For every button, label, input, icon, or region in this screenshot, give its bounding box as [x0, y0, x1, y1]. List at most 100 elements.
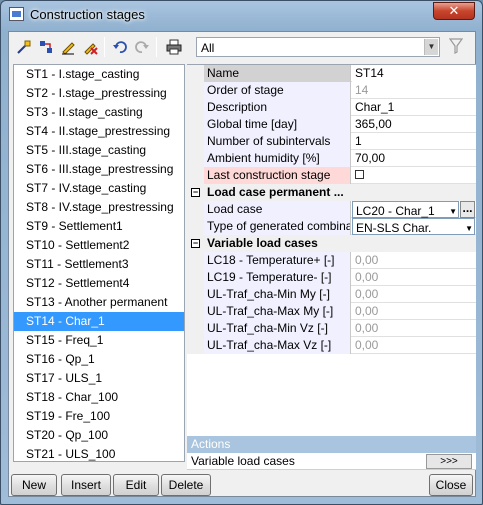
row-gutter — [187, 303, 204, 320]
prop-row-variable[interactable]: UL-Traf_cha-Min My [-] 0,00 — [187, 286, 476, 303]
global-time-input[interactable]: 365,00 — [352, 116, 476, 133]
prop-label: Load case — [204, 201, 351, 218]
humidity-input[interactable]: 70,00 — [352, 150, 476, 167]
row-gutter — [187, 116, 204, 133]
list-item[interactable]: ST6 - III.stage_prestressing — [14, 160, 184, 179]
edit-icon[interactable] — [59, 38, 77, 56]
prop-row-variable[interactable]: UL-Traf_cha-Max Vz [-] 0,00 — [187, 337, 476, 354]
collapse-icon[interactable]: − — [191, 188, 200, 197]
prop-row-global-time[interactable]: Global time [day] 365,00 — [187, 116, 476, 133]
list-item[interactable]: ST18 - Char_100 — [14, 388, 184, 407]
list-item[interactable]: ST14 - Char_1 — [14, 312, 184, 331]
last-stage-checkbox[interactable] — [355, 170, 364, 179]
prop-label: Number of subintervals — [204, 133, 351, 150]
prop-row-variable[interactable]: UL-Traf_cha-Max My [-] 0,00 — [187, 303, 476, 320]
prop-row-humidity[interactable]: Ambient humidity [%] 70,00 — [187, 150, 476, 167]
row-gutter: − — [187, 235, 204, 252]
variable-coefficient-input[interactable]: 0,00 — [352, 252, 476, 269]
row-gutter — [187, 286, 204, 303]
prop-row-name[interactable]: Name ST14 — [187, 65, 476, 82]
row-gutter — [187, 201, 204, 218]
prop-label: UL-Traf_cha-Max My [-] — [204, 303, 351, 320]
chevron-down-icon[interactable]: ▼ — [424, 39, 438, 55]
prop-row-load-case[interactable]: Load case LC20 - Char_1 ▼ ... — [187, 201, 476, 218]
list-item[interactable]: ST21 - ULS_100 — [14, 445, 184, 461]
row-gutter — [187, 269, 204, 286]
prop-row-order: Order of stage 14 — [187, 82, 476, 99]
list-item[interactable]: ST2 - I.stage_prestressing — [14, 84, 184, 103]
insert-button[interactable]: Insert — [61, 474, 111, 496]
prop-row-combination-type[interactable]: Type of generated combina... EN-SLS Char… — [187, 218, 476, 235]
prop-row-subintervals[interactable]: Number of subintervals 1 — [187, 133, 476, 150]
actions-item-label: Variable load cases — [191, 454, 295, 468]
prop-row-description[interactable]: Description Char_1 — [187, 99, 476, 116]
new-stage-icon[interactable] — [15, 38, 33, 56]
category-variable-load-cases[interactable]: − Variable load cases — [187, 235, 476, 252]
collapse-icon[interactable]: − — [191, 239, 200, 248]
variable-coefficient-input[interactable]: 0,00 — [352, 337, 476, 354]
category-load-case-permanent[interactable]: − Load case permanent ... — [187, 184, 476, 201]
list-item[interactable]: ST5 - III.stage_casting — [14, 141, 184, 160]
list-item[interactable]: ST11 - Settlement3 — [14, 255, 184, 274]
list-item[interactable]: ST17 - ULS_1 — [14, 369, 184, 388]
list-item[interactable]: ST4 - II.stage_prestressing — [14, 122, 184, 141]
list-item[interactable]: ST9 - Settlement1 — [14, 217, 184, 236]
prop-row-variable[interactable]: LC19 - Temperature- [-] 0,00 — [187, 269, 476, 286]
prop-row-variable[interactable]: LC18 - Temperature+ [-] 0,00 — [187, 252, 476, 269]
list-item[interactable]: ST10 - Settlement2 — [14, 236, 184, 255]
load-case-select[interactable]: LC20 - Char_1 ▼ — [352, 201, 459, 218]
list-item[interactable]: ST8 - IV.stage_prestressing — [14, 198, 184, 217]
list-item[interactable]: ST13 - Another permanent — [14, 293, 184, 312]
chevron-down-icon[interactable]: ▼ — [465, 221, 473, 235]
prop-label: UL-Traf_cha-Min Vz [-] — [204, 320, 351, 337]
variable-coefficient-input[interactable]: 0,00 — [352, 286, 476, 303]
filter-icon[interactable] — [447, 38, 465, 56]
variable-coefficient-input[interactable]: 0,00 — [352, 320, 476, 337]
actions-header: Actions — [187, 436, 476, 453]
combination-type-select[interactable]: EN-SLS Char. ▼ — [352, 218, 475, 235]
delete-icon[interactable] — [81, 38, 99, 56]
delete-button[interactable]: Delete — [161, 474, 211, 496]
list-item[interactable]: ST15 - Freq_1 — [14, 331, 184, 350]
row-gutter — [187, 218, 204, 235]
list-item[interactable]: ST7 - IV.stage_casting — [14, 179, 184, 198]
load-case-value: LC20 - Char_1 — [356, 204, 435, 218]
chevron-down-icon[interactable]: ▼ — [449, 204, 457, 218]
filter-combo[interactable]: All ▼ — [196, 37, 440, 57]
list-item[interactable]: ST16 - Qp_1 — [14, 350, 184, 369]
toolbar: All ▼ — [9, 32, 475, 62]
title-bar[interactable]: Construction stages ✕ — [1, 1, 482, 27]
load-case-browse-button[interactable]: ... — [460, 201, 475, 218]
undo-icon[interactable] — [111, 38, 129, 56]
name-input[interactable]: ST14 — [352, 65, 476, 82]
prop-row-last-stage[interactable]: Last construction stage — [187, 167, 476, 184]
button-bar: New Insert Edit Delete Close — [9, 472, 475, 496]
combination-type-value: EN-SLS Char. — [356, 221, 432, 235]
copy-stage-icon[interactable] — [37, 38, 55, 56]
order-value: 14 — [355, 83, 369, 97]
prop-label: Global time [day] — [204, 116, 351, 133]
row-gutter — [187, 320, 204, 337]
row-gutter — [187, 167, 204, 184]
list-item[interactable]: ST20 - Qp_100 — [14, 426, 184, 445]
list-item[interactable]: ST12 - Settlement4 — [14, 274, 184, 293]
list-item[interactable]: ST1 - I.stage_casting — [14, 65, 184, 84]
subintervals-input[interactable]: 1 — [352, 133, 476, 150]
new-button[interactable]: New — [11, 474, 57, 496]
description-input[interactable]: Char_1 — [352, 99, 476, 116]
variable-load-cases-button[interactable]: >>> — [426, 454, 472, 469]
list-item[interactable]: ST19 - Fre_100 — [14, 407, 184, 426]
print-icon[interactable] — [165, 38, 183, 56]
stage-list[interactable]: ST1 - I.stage_casting ST2 - I.stage_prest… — [13, 64, 185, 462]
prop-label: LC19 - Temperature- [-] — [204, 269, 351, 286]
edit-button[interactable]: Edit — [113, 474, 159, 496]
dialog-body: All ▼ ST1 - I.stage_casting ST2 - I.stage… — [8, 31, 476, 497]
variable-coefficient-input[interactable]: 0,00 — [352, 303, 476, 320]
list-item[interactable]: ST3 - II.stage_casting — [14, 103, 184, 122]
prop-row-variable[interactable]: UL-Traf_cha-Min Vz [-] 0,00 — [187, 320, 476, 337]
window-close-button[interactable]: ✕ — [433, 2, 475, 20]
close-button[interactable]: Close — [429, 474, 473, 496]
row-gutter: − — [187, 184, 204, 201]
variable-coefficient-input[interactable]: 0,00 — [352, 269, 476, 286]
row-gutter — [187, 65, 204, 82]
